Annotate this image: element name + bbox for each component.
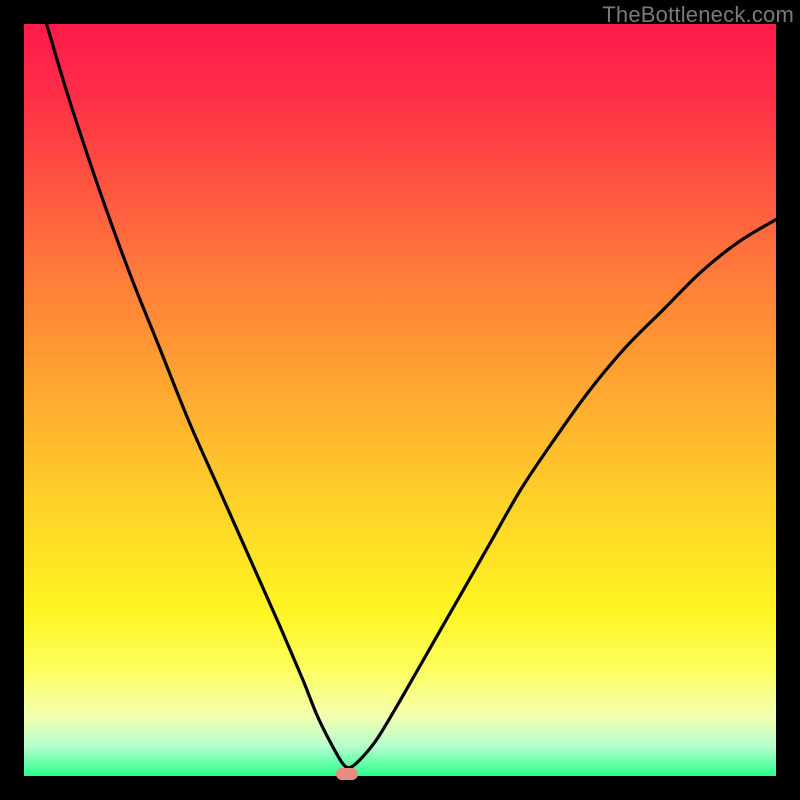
watermark-text: TheBottleneck.com — [602, 2, 794, 28]
optimum-marker — [336, 768, 358, 780]
plot-gradient-background — [24, 24, 776, 776]
chart-frame: TheBottleneck.com — [0, 0, 800, 800]
